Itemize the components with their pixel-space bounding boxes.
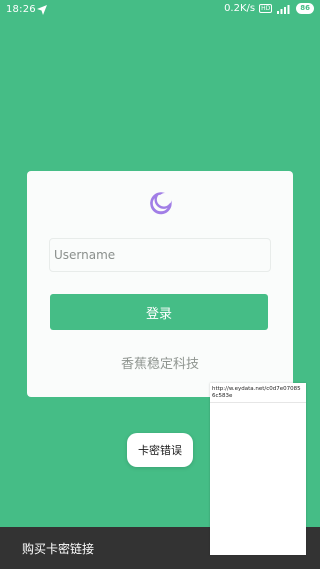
navigation-arrow-icon [37, 5, 47, 15]
username-input[interactable] [49, 238, 271, 272]
moon-icon [150, 192, 172, 215]
network-speed: 0.2K/s [224, 3, 256, 14]
brand-text: 香蕉稳定科技 [120, 357, 199, 372]
error-toast: 卡密错误 [127, 433, 193, 467]
status-time: 18:26 [6, 4, 36, 15]
web-panel-url: http://w.eydata.net/c0d7e070856c583e [210, 383, 306, 403]
status-indicators: 0.2K/s HD 86 [224, 3, 314, 14]
status-bar: 18:26 0.2K/s HD 86 [0, 0, 320, 22]
battery-indicator: 86 [296, 3, 314, 14]
login-card: 登录 香蕉稳定科技 [27, 171, 293, 397]
floating-web-panel[interactable]: http://w.eydata.net/c0d7e070856c583e [210, 383, 306, 555]
buy-link-label[interactable]: 购买卡密链接 [22, 540, 94, 557]
hd-badge: HD [259, 4, 273, 13]
signal-bars-icon [277, 4, 290, 14]
login-button[interactable]: 登录 [50, 294, 268, 330]
